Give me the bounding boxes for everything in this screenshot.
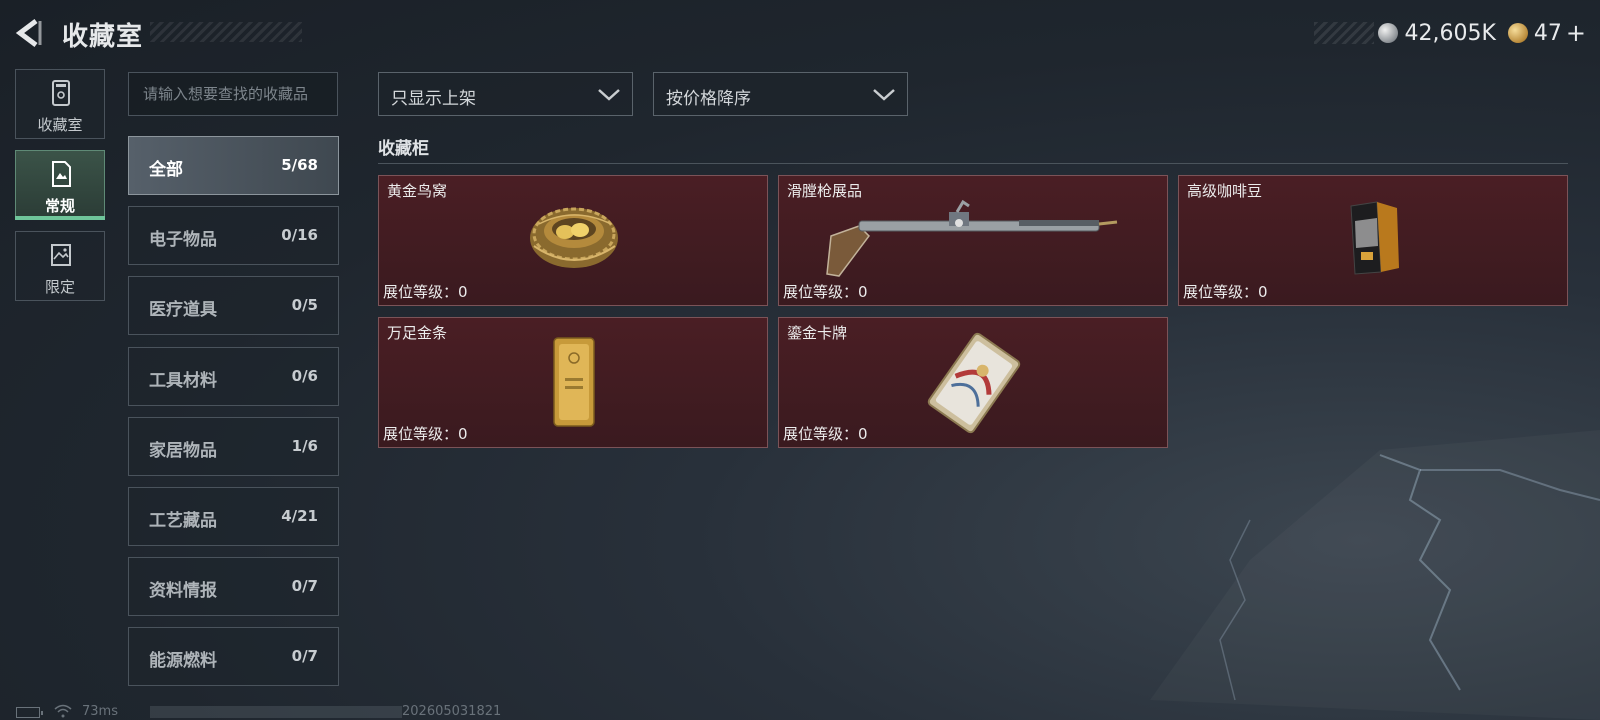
section-divider [378,163,1568,164]
nav-item-collection-room[interactable]: 收藏室 [15,69,105,139]
collection-card[interactable]: 鎏金卡牌 展位等级：0 [778,317,1168,448]
category-name: 工艺藏品 [149,511,217,531]
category-count: 5/68 [281,156,318,174]
silver-coin-icon [1378,23,1399,43]
nav-item-limited[interactable]: 限定 [15,231,105,301]
search-input[interactable] [129,73,337,115]
ping-value: 73ms [82,704,118,719]
booth-level: 展位等级：0 [383,283,468,301]
booth-level: 展位等级：0 [1183,283,1268,301]
collection-card[interactable]: 滑膛枪展品 展位等级：0 [778,175,1168,306]
category-household[interactable]: 家居物品 1/6 [128,417,339,476]
currency-decoration [1314,22,1375,44]
status-bar: 73ms 202605031821 [16,704,536,720]
category-all[interactable]: 全部 5/68 [128,136,339,195]
back-arrow-icon [15,19,42,47]
wifi-icon [54,704,72,718]
top-bar: 收藏室 42,605K 47 + [0,0,1600,64]
category-count: 0/5 [291,296,318,314]
chevron-down-icon [873,89,895,101]
category-name: 资料情报 [149,581,217,601]
cabinet-icon [52,80,70,106]
category-name: 能源燃料 [149,651,217,671]
shelf-filter-dropdown[interactable]: 只显示上架 [378,72,633,116]
dropdown-value: 按价格降序 [666,89,751,109]
gold-coin-icon [1507,23,1528,43]
category-name: 全部 [149,160,183,180]
collection-card[interactable]: 黄金鸟窝 展位等级：0 [378,175,768,306]
category-tools[interactable]: 工具材料 0/6 [128,347,339,406]
currency-bar: 42,605K 47 + [1314,19,1586,47]
category-count: 4/21 [281,507,318,525]
category-medical[interactable]: 医疗道具 0/5 [128,276,339,335]
item-name: 高级咖啡豆 [1187,182,1263,200]
category-name: 医疗道具 [149,300,217,320]
cabinet-title: 收藏柜 [378,139,429,159]
build-number: 202605031821 [402,704,502,719]
category-count: 0/16 [281,226,318,244]
silver-currency-value: 42,605K [1404,20,1496,46]
image-icon [51,244,71,266]
dropdown-value: 只显示上架 [391,89,476,109]
item-name: 鎏金卡牌 [787,324,848,342]
sort-dropdown[interactable]: 按价格降序 [653,72,908,116]
item-name: 万足金条 [387,324,448,342]
category-count: 0/7 [291,647,318,665]
category-count: 1/6 [291,437,318,455]
category-name: 电子物品 [149,230,217,250]
item-name: 黄金鸟窝 [387,182,448,200]
nav-label: 限定 [44,278,75,296]
nav-label: 收藏室 [37,116,83,134]
add-currency-button[interactable]: + [1566,19,1586,47]
title-decoration [150,22,302,42]
category-electronics[interactable]: 电子物品 0/16 [128,206,339,265]
category-name: 家居物品 [149,441,217,461]
redacted-info [150,706,402,718]
page-title: 收藏室 [62,22,144,52]
gold-currency-value: 47 [1533,20,1562,46]
battery-icon [16,707,43,718]
booth-level: 展位等级：0 [783,425,868,443]
booth-level: 展位等级：0 [383,425,468,443]
category-count: 0/7 [291,577,318,595]
item-name: 滑膛枪展品 [787,182,863,200]
collection-card[interactable]: 高级咖啡豆 展位等级：0 [1178,175,1568,306]
collection-card[interactable]: 万足金条 展位等级：0 [378,317,768,448]
nav-label: 常规 [44,197,75,215]
nav-item-regular[interactable]: 常规 [15,150,105,220]
booth-level: 展位等级：0 [783,283,868,301]
chevron-down-icon [598,89,620,101]
category-name: 工具材料 [149,371,217,391]
back-button[interactable] [14,18,48,48]
category-count: 0/6 [291,367,318,385]
search-box [128,72,338,116]
document-icon [52,161,71,187]
category-crafts[interactable]: 工艺藏品 4/21 [128,487,339,546]
category-fuel[interactable]: 能源燃料 0/7 [128,627,339,686]
category-intel[interactable]: 资料情报 0/7 [128,557,339,616]
